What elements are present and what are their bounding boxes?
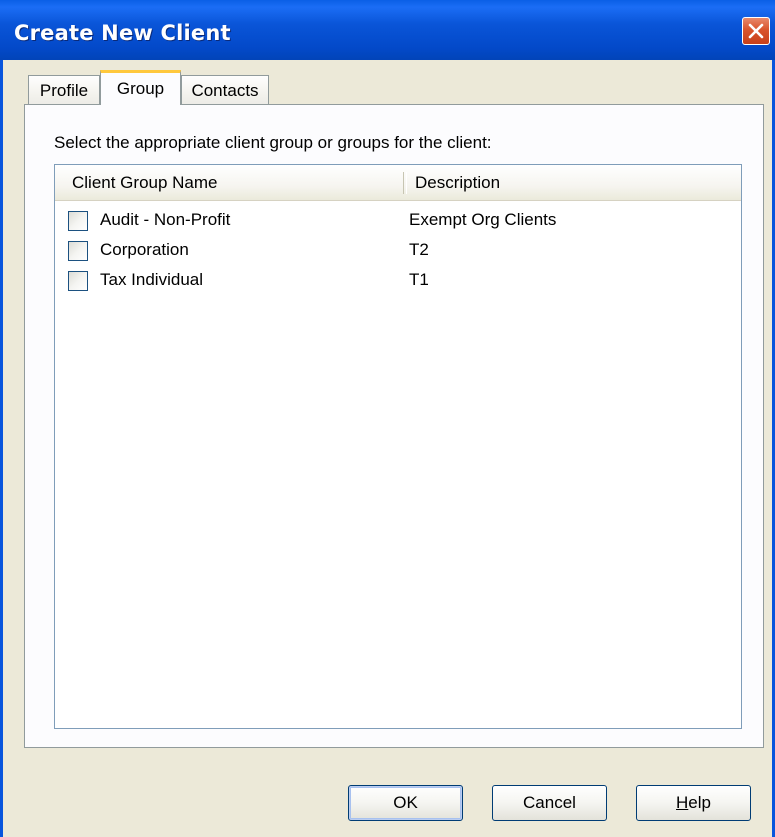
cancel-button[interactable]: Cancel (492, 785, 607, 821)
help-label-rest: elp (688, 793, 711, 812)
tab-group[interactable]: Group (100, 70, 181, 105)
list-header: Client Group Name Description (55, 165, 741, 201)
tab-profile[interactable]: Profile (28, 75, 100, 105)
help-button-label: Help (676, 793, 711, 813)
column-header-client-group-name[interactable]: Client Group Name (72, 165, 218, 200)
tab-contacts-label: Contacts (191, 80, 259, 100)
group-checkbox[interactable] (68, 241, 88, 261)
group-name: Tax Individual (100, 270, 204, 289)
close-icon (748, 23, 764, 39)
group-name: Corporation (100, 240, 189, 259)
instruction-text: Select the appropriate client group or g… (54, 133, 492, 152)
column-header-description[interactable]: Description (415, 165, 500, 200)
group-name: Audit - Non-Profit (100, 210, 231, 229)
group-description: Exempt Org Clients (409, 210, 557, 229)
group-description: T2 (409, 240, 429, 259)
tab-group-label: Group (116, 79, 165, 98)
window-title: Create New Client (14, 21, 231, 45)
tab-contacts[interactable]: Contacts (181, 75, 269, 105)
tab-profile-label: Profile (39, 80, 89, 100)
group-checkbox[interactable] (68, 271, 88, 291)
help-mnemonic: H (676, 793, 689, 812)
group-description: T1 (409, 270, 429, 289)
list-item[interactable]: Corporation T2 (55, 237, 741, 267)
cancel-button-label: Cancel (523, 793, 576, 812)
group-tab-panel: Select the appropriate client group or g… (24, 104, 764, 748)
client-group-list[interactable]: Client Group Name Description Audit - No… (54, 164, 742, 729)
title-bar[interactable]: Create New Client (0, 0, 775, 60)
group-checkbox[interactable] (68, 211, 88, 231)
column-separator[interactable] (403, 172, 407, 194)
ok-button[interactable]: OK (348, 785, 463, 821)
list-item[interactable]: Tax Individual T1 (55, 267, 741, 297)
close-button[interactable] (742, 17, 770, 45)
list-item[interactable]: Audit - Non-Profit Exempt Org Clients (55, 207, 741, 237)
dialog-window: Create New Client Profile Group Contacts… (0, 0, 775, 837)
ok-button-label: OK (393, 793, 418, 812)
help-button[interactable]: Help (636, 785, 751, 821)
